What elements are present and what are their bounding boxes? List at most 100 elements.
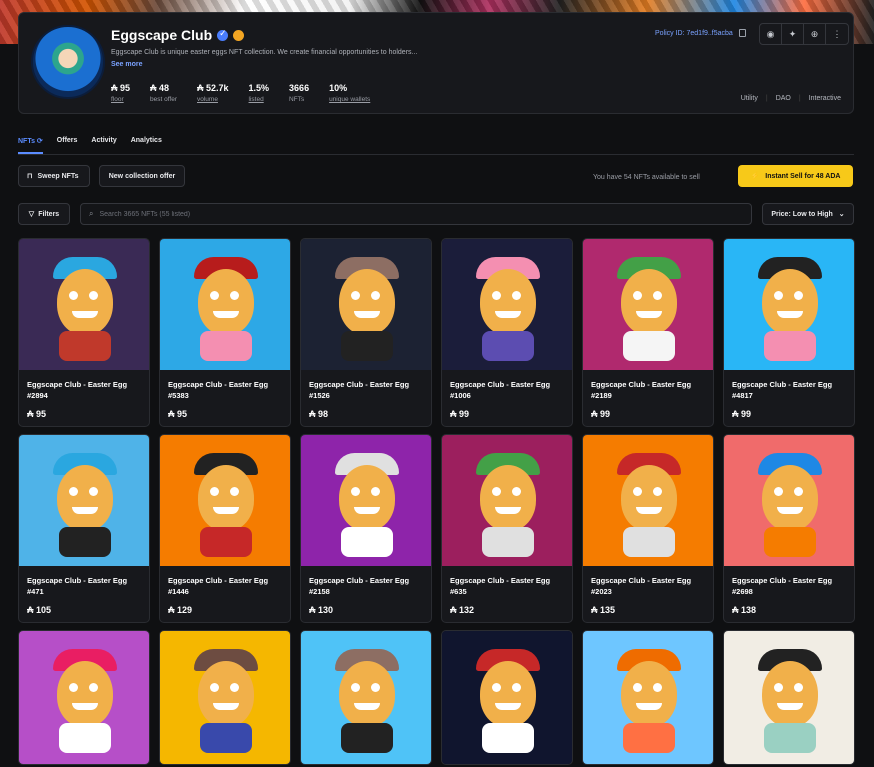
nft-image[interactable] <box>160 239 290 370</box>
nft-name: Eggscape Club - Easter Egg #635 <box>450 576 551 596</box>
nft-outfit <box>59 723 111 753</box>
basket-icon: ⊓ <box>27 173 33 180</box>
nft-image[interactable] <box>301 239 431 370</box>
collection-title: Eggscape Club <box>111 27 213 43</box>
nft-character <box>762 661 818 727</box>
nft-outfit <box>482 723 534 753</box>
tag-interactive[interactable]: Interactive <box>809 95 841 102</box>
nft-price: ₳ 95 <box>27 409 47 419</box>
nft-name: Eggscape Club - Easter Egg #1446 <box>168 576 269 596</box>
nft-character <box>621 661 677 727</box>
nft-card[interactable]: Eggscape Club - Easter Egg #2894 ₳ 95 <box>18 238 150 427</box>
nft-card[interactable]: Eggscape Club - Easter Egg #2189 ₳ 99 <box>582 238 714 427</box>
copy-icon[interactable] <box>738 29 746 37</box>
nft-card[interactable] <box>159 630 291 765</box>
search-input[interactable] <box>99 210 700 218</box>
nft-card[interactable] <box>582 630 714 765</box>
collection-stats: ₳ 95 floor ₳ 48 best offer ₳ 52.7k volum… <box>111 83 370 103</box>
stat-listed: 1.5% listed <box>248 83 270 103</box>
tag-dao[interactable]: DAO <box>776 95 791 102</box>
nft-image[interactable] <box>724 239 854 370</box>
nft-image[interactable] <box>19 239 149 370</box>
nft-image[interactable] <box>724 435 854 566</box>
nft-image[interactable] <box>583 435 713 566</box>
nft-price: ₳ 105 <box>27 605 52 615</box>
nft-card[interactable]: Eggscape Club - Easter Egg #2698 ₳ 138 <box>723 434 855 623</box>
nft-name: Eggscape Club - Easter Egg #4817 <box>732 380 833 400</box>
globe-icon[interactable]: ⊕ <box>804 24 826 44</box>
chevron-down-icon: ⌄ <box>838 211 845 218</box>
nft-outfit <box>200 527 252 557</box>
nft-image[interactable] <box>583 239 713 370</box>
tab-nfts[interactable]: NFTs ⟳ <box>18 137 43 154</box>
nft-outfit <box>482 331 534 361</box>
nft-card[interactable]: Eggscape Club - Easter Egg #635 ₳ 132 <box>441 434 573 623</box>
twitter-icon[interactable]: ✦ <box>782 24 804 44</box>
nft-character <box>339 269 395 335</box>
nft-character <box>621 465 677 531</box>
tab-offers[interactable]: Offers <box>57 137 78 154</box>
sweep-nfts-button[interactable]: ⊓ Sweep NFTs <box>18 165 90 187</box>
nft-image[interactable] <box>160 631 290 764</box>
see-more-link[interactable]: See more <box>111 61 143 68</box>
nft-price: ₳ 98 <box>309 409 329 419</box>
discord-icon[interactable]: ◉ <box>760 24 782 44</box>
nft-character <box>762 269 818 335</box>
tab-activity[interactable]: Activity <box>91 137 116 154</box>
nft-image[interactable] <box>19 631 149 764</box>
nft-price: ₳ 138 <box>732 605 757 615</box>
nft-image[interactable] <box>301 435 431 566</box>
nft-outfit <box>200 331 252 361</box>
nft-image[interactable] <box>442 631 572 764</box>
nft-card[interactable]: Eggscape Club - Easter Egg #5383 ₳ 95 <box>159 238 291 427</box>
nft-card[interactable]: Eggscape Club - Easter Egg #1526 ₳ 98 <box>300 238 432 427</box>
nft-price: ₳ 135 <box>591 605 616 615</box>
nft-outfit <box>623 723 675 753</box>
nft-name: Eggscape Club - Easter Egg #2023 <box>591 576 692 596</box>
nft-image[interactable] <box>724 631 854 764</box>
nft-card[interactable]: Eggscape Club - Easter Egg #1446 ₳ 129 <box>159 434 291 623</box>
filters-button[interactable]: ▽ Filters <box>18 203 70 225</box>
nft-outfit <box>623 527 675 557</box>
nft-name: Eggscape Club - Easter Egg #2894 <box>27 380 128 400</box>
nfts-available-text: You have 54 NFTs available to sell <box>593 174 700 181</box>
nft-grid: Eggscape Club - Easter Egg #2894 ₳ 95 Eg… <box>18 238 855 765</box>
policy-id[interactable]: Policy ID: 7ed1f9..f5acba <box>655 29 746 37</box>
nft-character <box>480 465 536 531</box>
stat-floor: ₳ 95 floor <box>111 83 131 103</box>
nft-card[interactable]: Eggscape Club - Easter Egg #471 ₳ 105 <box>18 434 150 623</box>
nft-character <box>762 465 818 531</box>
nft-name: Eggscape Club - Easter Egg #1006 <box>450 380 551 400</box>
nft-image[interactable] <box>583 631 713 764</box>
tab-analytics[interactable]: Analytics <box>131 137 162 154</box>
nft-character <box>339 465 395 531</box>
nft-card[interactable]: Eggscape Club - Easter Egg #1006 ₳ 99 <box>441 238 573 427</box>
nft-character <box>57 465 113 531</box>
nft-outfit <box>764 331 816 361</box>
nft-image[interactable] <box>301 631 431 764</box>
sort-dropdown[interactable]: Price: Low to High ⌄ <box>762 203 854 225</box>
instant-sell-button[interactable]: ⚡ Instant Sell for 48 ADA <box>738 165 853 187</box>
nft-image[interactable] <box>19 435 149 566</box>
collection-tabs: NFTs ⟳ Offers Activity Analytics <box>18 137 854 155</box>
nft-card[interactable]: Eggscape Club - Easter Egg #2023 ₳ 135 <box>582 434 714 623</box>
nft-outfit <box>623 331 675 361</box>
tag-utility[interactable]: Utility <box>741 95 758 102</box>
nft-image[interactable] <box>160 435 290 566</box>
nft-price: ₳ 99 <box>732 409 752 419</box>
nft-character <box>198 465 254 531</box>
nft-card[interactable] <box>441 630 573 765</box>
nft-card[interactable]: Eggscape Club - Easter Egg #2158 ₳ 130 <box>300 434 432 623</box>
nft-image[interactable] <box>442 435 572 566</box>
nft-image[interactable] <box>442 239 572 370</box>
nft-card[interactable] <box>723 630 855 765</box>
new-collection-offer-button[interactable]: New collection offer <box>99 165 185 187</box>
nft-price: ₳ 129 <box>168 605 193 615</box>
collection-description: Eggscape Club is unique easter eggs NFT … <box>111 49 418 56</box>
nft-card[interactable] <box>18 630 150 765</box>
nft-outfit <box>200 723 252 753</box>
nft-card[interactable] <box>300 630 432 765</box>
nft-name: Eggscape Club - Easter Egg #2698 <box>732 576 833 596</box>
nft-card[interactable]: Eggscape Club - Easter Egg #4817 ₳ 99 <box>723 238 855 427</box>
more-icon[interactable]: ⋮ <box>826 24 848 44</box>
